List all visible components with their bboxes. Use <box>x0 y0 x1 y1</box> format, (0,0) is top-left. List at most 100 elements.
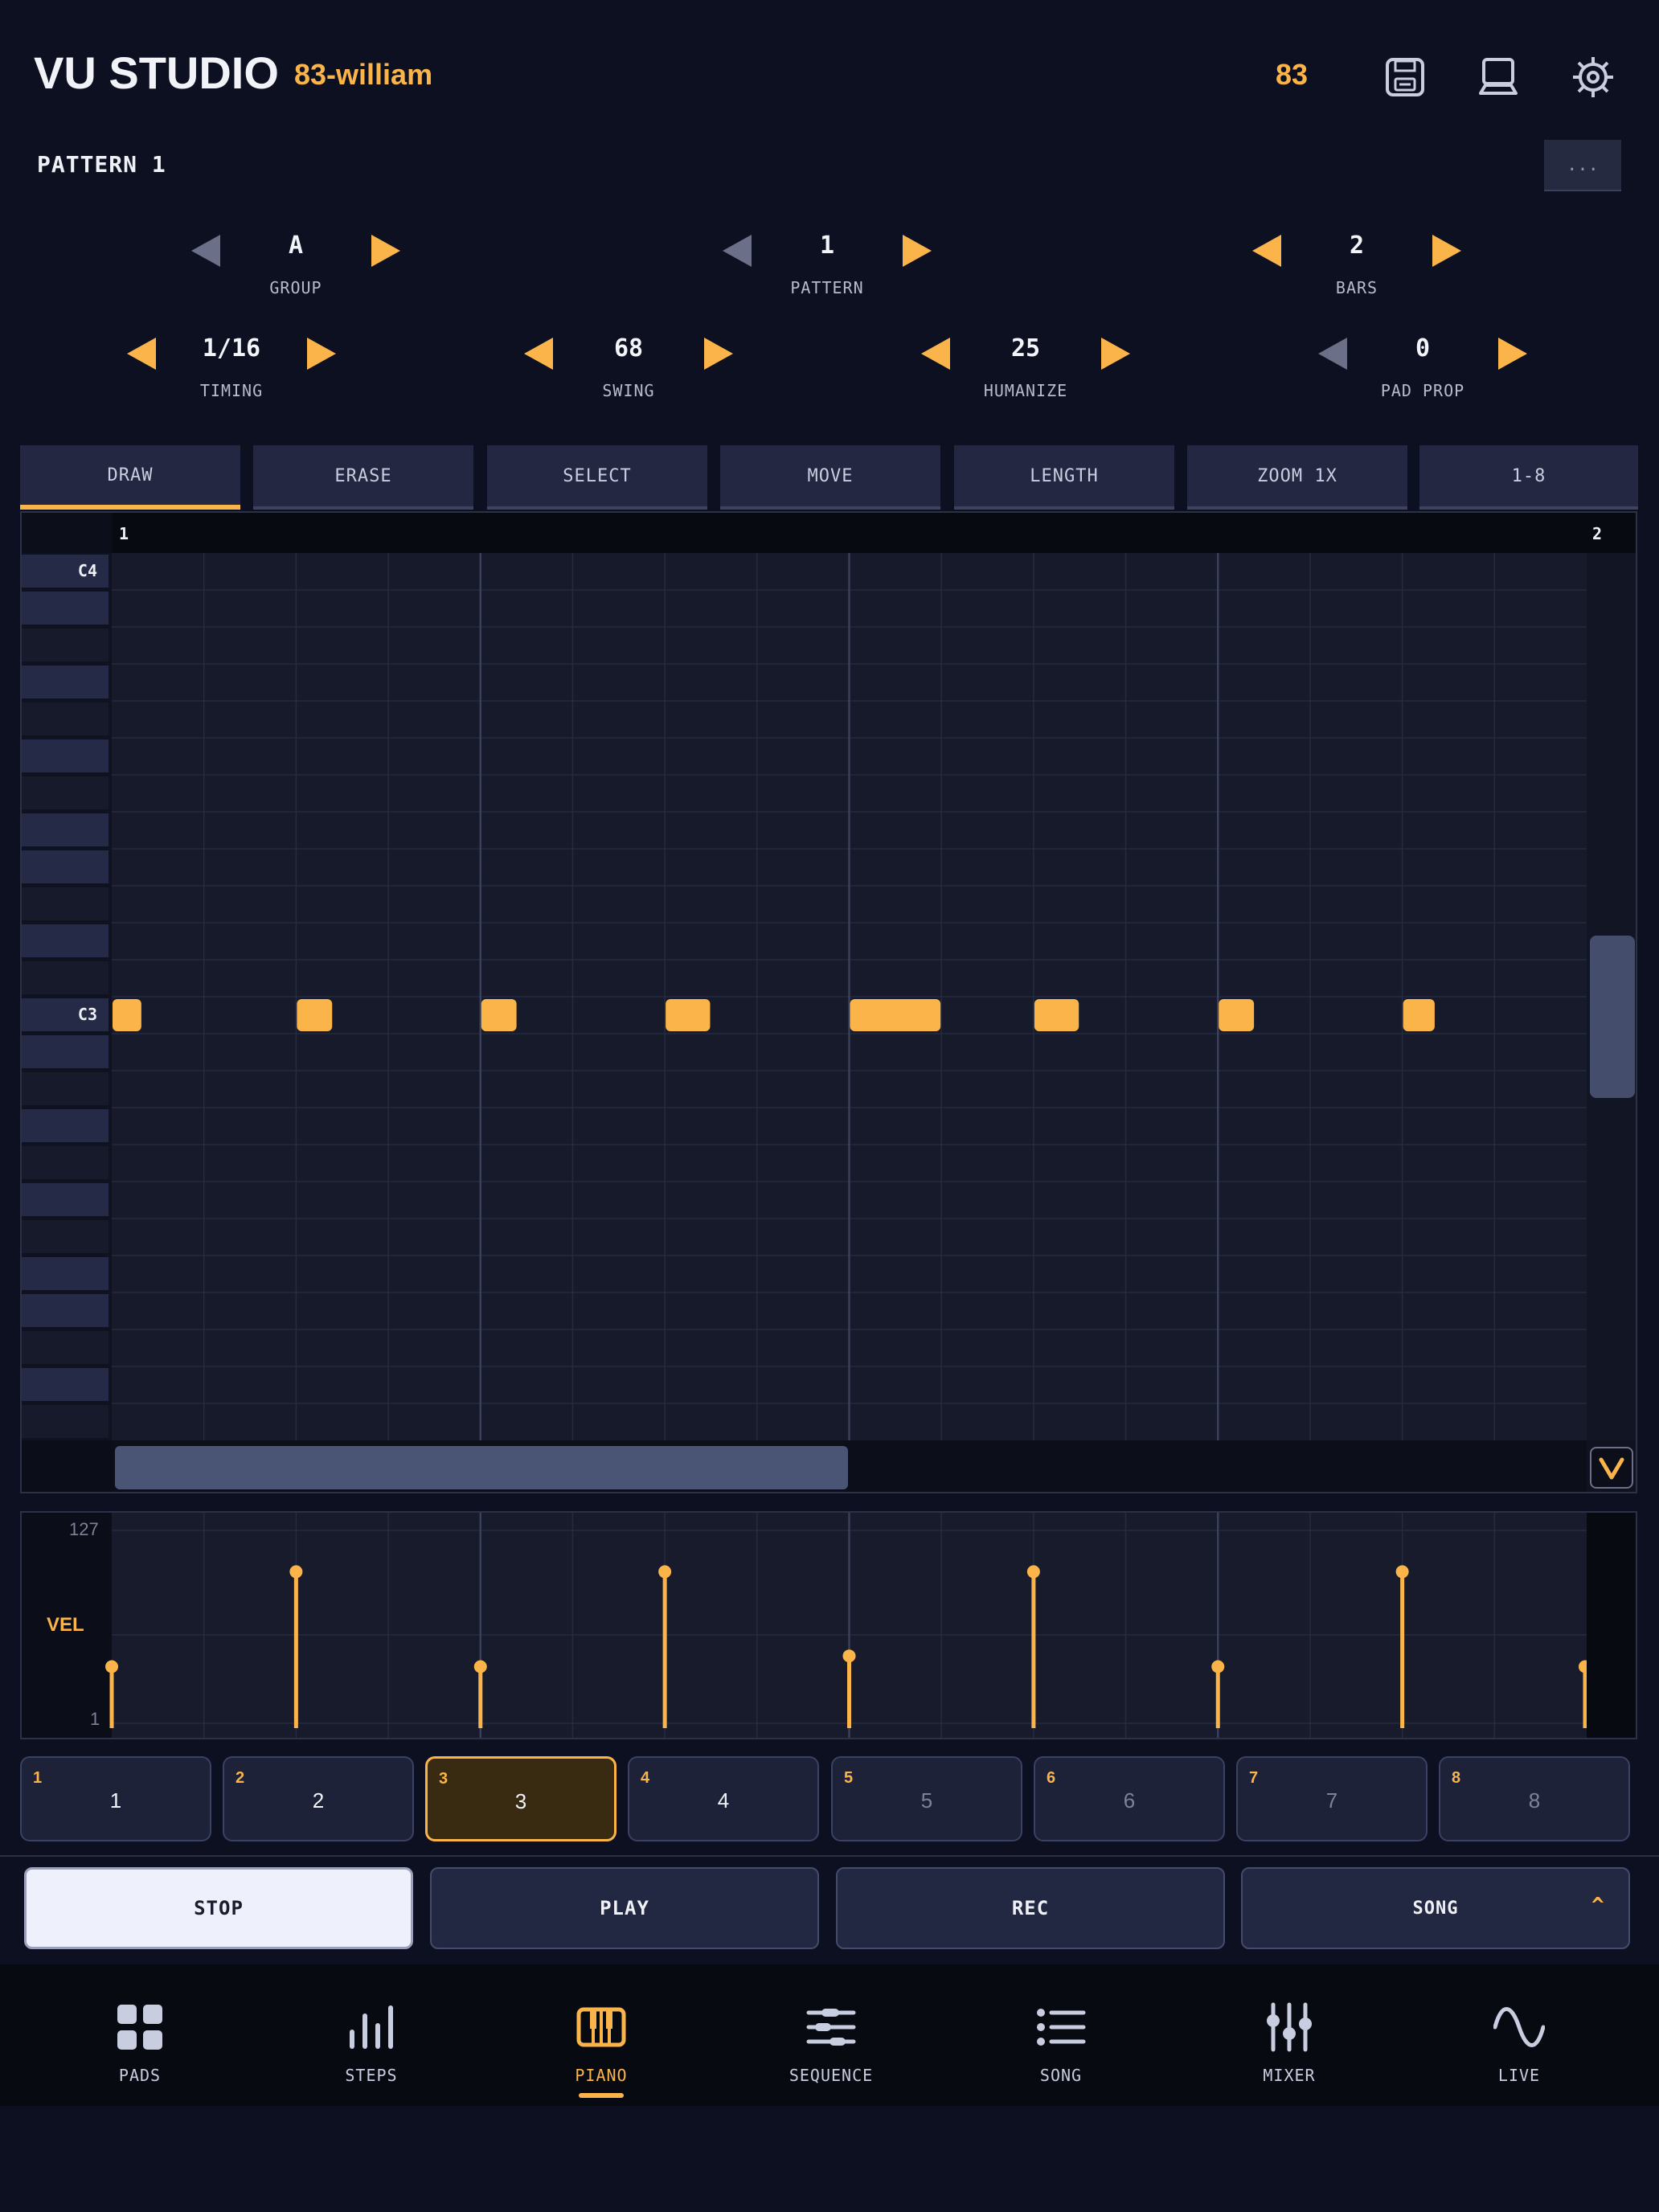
pattern-next-button[interactable] <box>903 235 932 267</box>
pad-3[interactable]: 3 3 <box>425 1756 616 1841</box>
bars-prev-button[interactable] <box>1252 235 1281 267</box>
tool-erase[interactable]: ERASE <box>253 445 473 510</box>
piano-key[interactable] <box>22 629 109 662</box>
gear-icon[interactable] <box>1569 53 1617 101</box>
bars-icon <box>350 2005 393 2049</box>
timing-next-button[interactable] <box>307 338 336 370</box>
pad-label: 4 <box>717 1788 730 1813</box>
tool-length[interactable]: LENGTH <box>954 445 1174 510</box>
velocity-handle[interactable] <box>289 1565 303 1579</box>
piano-key[interactable] <box>22 1072 109 1105</box>
pad-1[interactable]: 1 1 <box>20 1756 211 1841</box>
velocity-handle[interactable] <box>1395 1565 1409 1579</box>
piano-key[interactable] <box>22 887 109 920</box>
pad-5[interactable]: 5 5 <box>831 1756 1022 1841</box>
piano-key[interactable] <box>22 1220 109 1253</box>
velocity-handle[interactable] <box>658 1565 672 1579</box>
pad-prop-prev-button[interactable] <box>1318 338 1347 370</box>
piano-key[interactable]: C4 <box>22 555 109 588</box>
pad-6[interactable]: 6 6 <box>1034 1756 1225 1841</box>
swing-next-button[interactable] <box>704 338 733 370</box>
nav-piano[interactable]: PIANO <box>529 1993 674 2098</box>
humanize-next-button[interactable] <box>1101 338 1130 370</box>
nav-label: SEQUENCE <box>789 2066 874 2085</box>
more-button[interactable]: ... <box>1544 140 1621 191</box>
piano-key[interactable] <box>22 1035 109 1068</box>
group-next-button[interactable] <box>371 235 400 267</box>
piano-key[interactable]: C3 <box>22 998 109 1031</box>
bar-ruler[interactable] <box>22 513 1636 553</box>
piano-key[interactable] <box>22 850 109 883</box>
play-button[interactable]: PLAY <box>430 1867 819 1949</box>
pad-4[interactable]: 4 4 <box>628 1756 819 1841</box>
piano-key[interactable] <box>22 1294 109 1327</box>
pad-8[interactable]: 8 8 <box>1439 1756 1630 1841</box>
note-block[interactable] <box>1034 999 1079 1031</box>
humanize-value: 25 <box>1010 334 1041 363</box>
piano-key[interactable] <box>22 1183 109 1216</box>
horizontal-scroll-thumb[interactable] <box>115 1446 848 1489</box>
piano-key[interactable] <box>22 1109 109 1142</box>
note-block[interactable] <box>850 999 941 1031</box>
note-block[interactable] <box>1219 999 1255 1031</box>
piano-key[interactable] <box>22 1331 109 1364</box>
pad-prop-next-button[interactable] <box>1498 338 1527 370</box>
tool-draw[interactable]: DRAW <box>20 445 240 510</box>
chevron-up-icon[interactable]: ^ <box>1591 1894 1604 1918</box>
tool-move[interactable]: MOVE <box>720 445 940 510</box>
humanize-prev-button[interactable] <box>921 338 950 370</box>
velocity-handle[interactable] <box>473 1660 487 1673</box>
piano-key[interactable] <box>22 592 109 625</box>
bars-label: BARS <box>1335 278 1378 297</box>
note-block[interactable] <box>297 999 333 1031</box>
vertical-scroll-thumb[interactable] <box>1590 936 1635 1098</box>
piano-key[interactable] <box>22 961 109 994</box>
velocity-handle[interactable] <box>1211 1660 1225 1673</box>
pad-2[interactable]: 2 2 <box>223 1756 414 1841</box>
note-block[interactable] <box>1403 999 1435 1031</box>
piano-key[interactable] <box>22 703 109 735</box>
piano-key[interactable] <box>22 1146 109 1179</box>
pad-7[interactable]: 7 7 <box>1236 1756 1428 1841</box>
note-block[interactable] <box>113 999 141 1031</box>
piano-key[interactable] <box>22 776 109 809</box>
velocity-handle[interactable] <box>842 1649 856 1663</box>
piano-key[interactable] <box>22 813 109 846</box>
note-block[interactable] <box>666 999 711 1031</box>
note-block[interactable] <box>481 999 517 1031</box>
piano-key[interactable] <box>22 739 109 772</box>
nav-live[interactable]: LIVE <box>1447 1993 1591 2098</box>
project-name[interactable]: 83-william <box>294 58 432 92</box>
pad-label: 7 <box>1325 1788 1338 1813</box>
bars-next-button[interactable] <box>1432 235 1461 267</box>
piano-key[interactable] <box>22 1368 109 1401</box>
velocity-handle[interactable] <box>1026 1565 1040 1579</box>
stop-button[interactable]: STOP <box>24 1867 413 1949</box>
pattern-prev-button[interactable] <box>723 235 752 267</box>
velocity-handle[interactable] <box>105 1660 118 1673</box>
nav-song[interactable]: SONG <box>989 1993 1133 2098</box>
nav-sequence[interactable]: SEQUENCE <box>759 1993 903 2098</box>
nav-steps[interactable]: STEPS <box>299 1993 444 2098</box>
rec-button[interactable]: REC <box>836 1867 1225 1949</box>
swing-prev-button[interactable] <box>524 338 553 370</box>
save-icon[interactable] <box>1381 53 1429 101</box>
piano-key[interactable] <box>22 666 109 698</box>
nav-pads[interactable]: PADS <box>68 1993 212 2098</box>
song-mode-button[interactable]: SONG <box>1241 1867 1630 1949</box>
group-value: A <box>288 231 304 260</box>
timing-prev-button[interactable] <box>127 338 156 370</box>
tool-zoom[interactable]: ZOOM 1X <box>1187 445 1407 510</box>
group-prev-button[interactable] <box>191 235 220 267</box>
piano-key[interactable] <box>22 1405 109 1438</box>
piano-key[interactable] <box>22 924 109 957</box>
computer-icon[interactable] <box>1474 53 1522 101</box>
bpm-display[interactable]: 83 <box>1276 58 1308 92</box>
chevron-down-icon[interactable] <box>1590 1447 1633 1489</box>
note-grid[interactable] <box>112 553 1587 1440</box>
velocity-editor[interactable] <box>105 1513 1591 1738</box>
nav-mixer[interactable]: MIXER <box>1217 1993 1362 2098</box>
tool-select[interactable]: SELECT <box>487 445 707 510</box>
tool-range[interactable]: 1-8 <box>1419 445 1638 510</box>
piano-key[interactable] <box>22 1257 109 1290</box>
